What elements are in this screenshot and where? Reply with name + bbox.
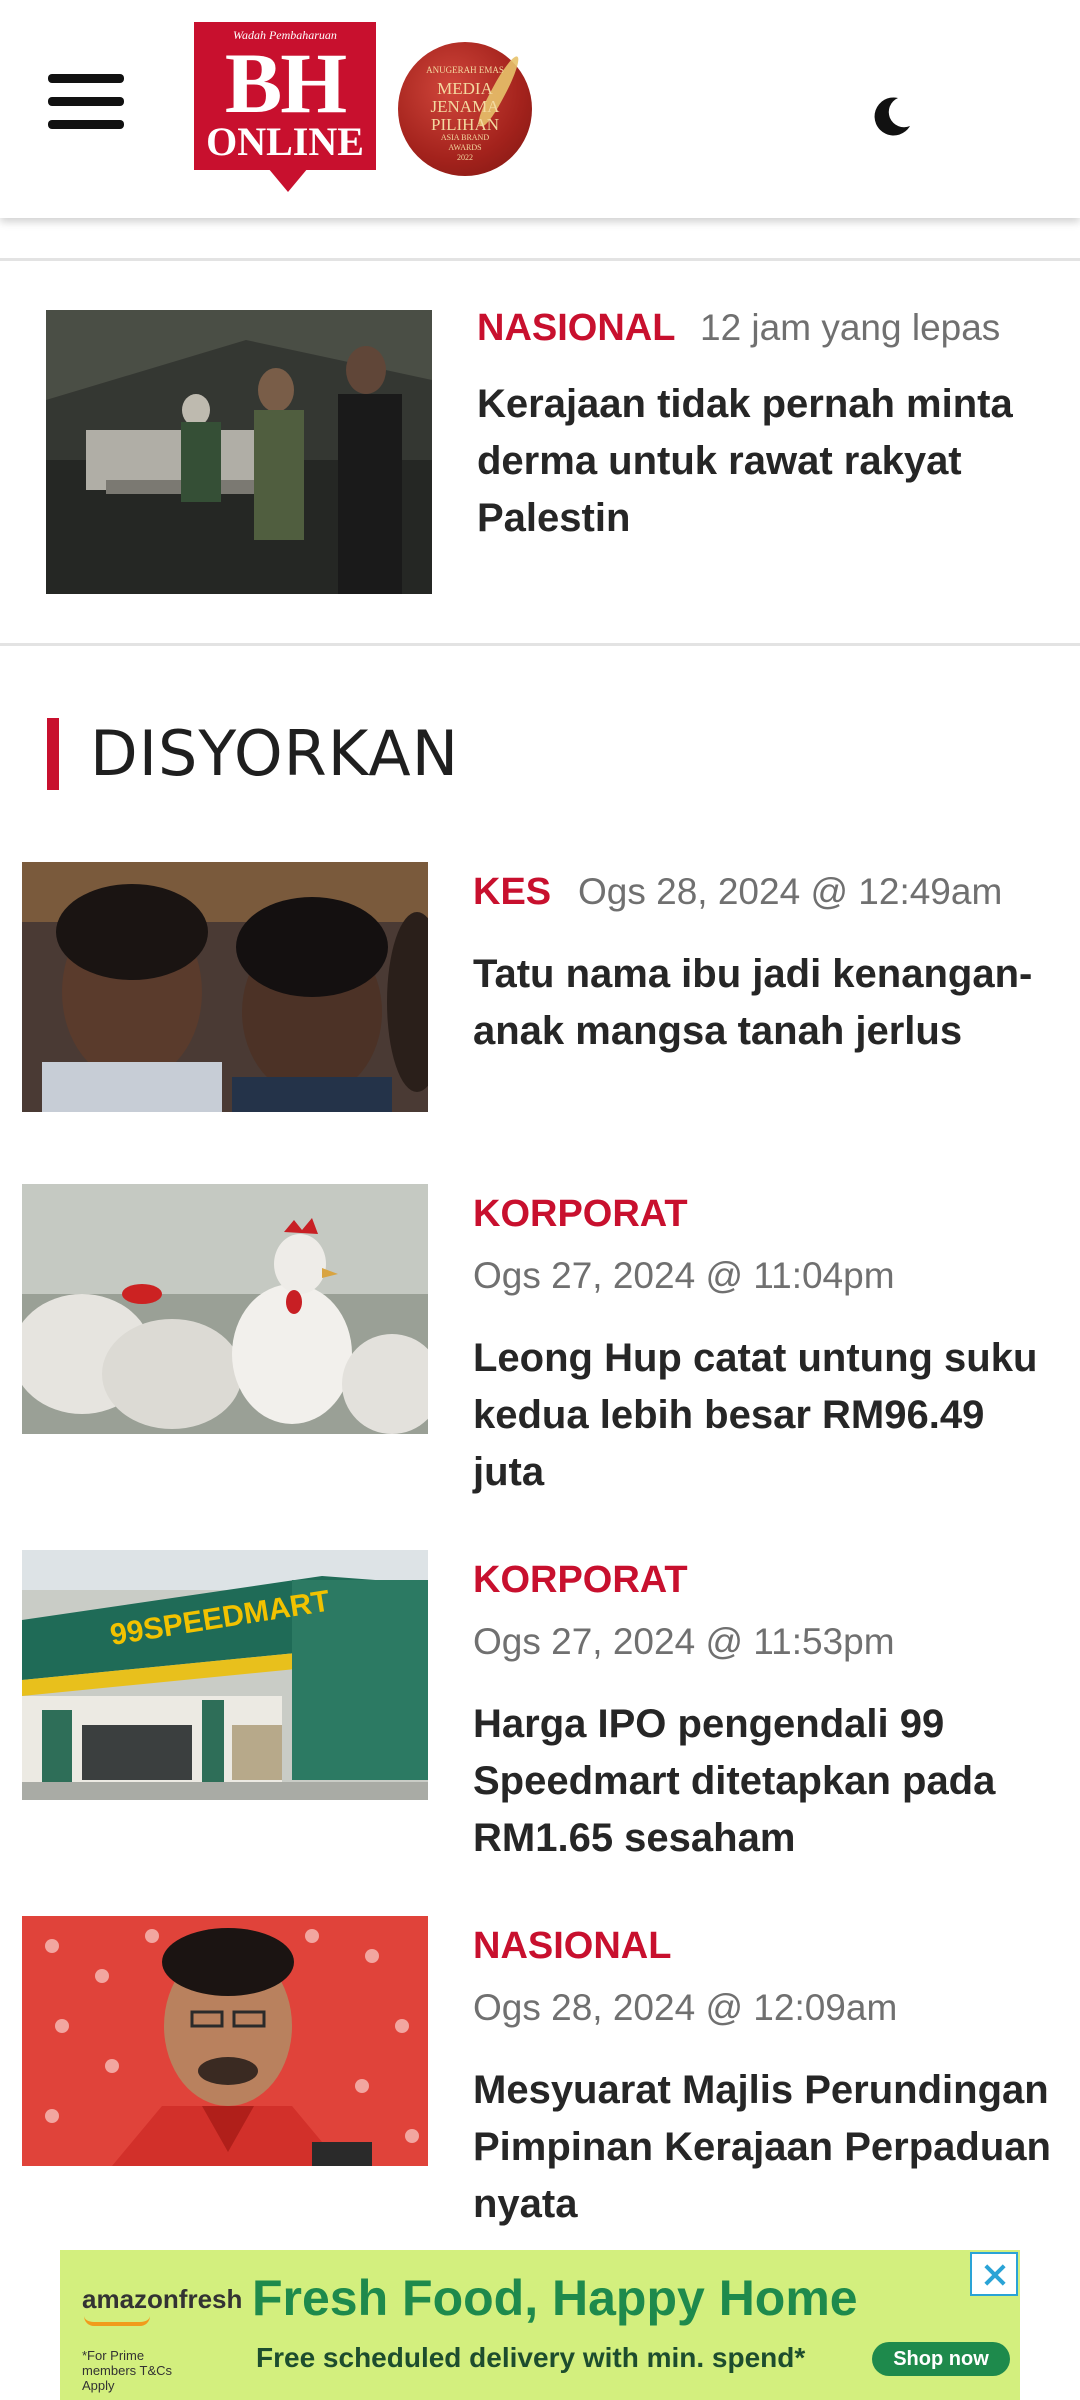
site-header: Wadah Pembaharuan BH ONLINE ANUGERAH EMA… — [0, 0, 1080, 218]
article-card[interactable]: KORPORAT Ogs 27, 2024 @ 11:04pm Leong Hu… — [0, 1184, 1080, 1514]
ad-headline: Fresh Food, Happy Home — [252, 2270, 858, 2326]
amazon-smile-icon — [84, 2316, 150, 2326]
divider — [0, 643, 1080, 646]
article-category[interactable]: NASIONAL — [473, 1924, 671, 1968]
article-time: Ogs 27, 2024 @ 11:04pm — [473, 1255, 895, 1296]
article-title[interactable]: Harga IPO pengendali 99 Speedmart diteta… — [473, 1696, 1058, 1867]
article-thumbnail — [22, 1184, 428, 1434]
article-title[interactable]: Leong Hup catat untung suku kedua lebih … — [473, 1330, 1058, 1501]
article-time: 12 jam yang lepas — [700, 307, 1001, 348]
article-thumbnail — [22, 1916, 428, 2166]
moon-icon[interactable] — [868, 92, 916, 140]
logo-online-text: ONLINE — [206, 119, 364, 164]
article-thumbnail — [46, 310, 432, 594]
article-thumbnail: 99SPEEDMART — [22, 1550, 428, 1800]
ad-subtext: Free scheduled delivery with min. spend* — [256, 2342, 806, 2373]
article-time: Ogs 28, 2024 @ 12:09am — [473, 1987, 898, 2028]
article-time: Ogs 27, 2024 @ 11:53pm — [473, 1621, 895, 1662]
section-accent-bar — [47, 718, 59, 790]
article-category[interactable]: KES — [473, 870, 551, 914]
hamburger-menu-icon[interactable] — [48, 74, 124, 130]
article-title[interactable]: Tatu nama ibu jadi kenangan-anak mangsa … — [473, 946, 1058, 1060]
divider — [0, 258, 1080, 261]
article-category[interactable]: KORPORAT — [473, 1192, 688, 1236]
article-category[interactable]: NASIONAL — [477, 306, 675, 350]
ad-brand: amazonfresh — [82, 2284, 243, 2314]
logo-bh-text: BH — [224, 35, 347, 131]
article-time: Ogs 28, 2024 @ 12:49am — [578, 871, 1003, 912]
article-card-top[interactable]: NASIONAL 12 jam yang lepas Kerajaan tida… — [0, 262, 1080, 642]
section-title: DISYORKAN — [90, 717, 460, 790]
award-seal-logo: ANUGERAH EMAS MEDIA JENAMA PILIHAN ASIA … — [394, 38, 536, 180]
bh-online-logo[interactable]: Wadah Pembaharuan BH ONLINE — [194, 22, 376, 192]
ad-banner[interactable]: amazonfresh *For Prime members T&Cs Appl… — [60, 2250, 1020, 2400]
article-title[interactable]: Kerajaan tidak pernah minta derma untuk … — [477, 376, 1047, 547]
article-category[interactable]: KORPORAT — [473, 1558, 688, 1602]
close-icon[interactable] — [970, 2252, 1018, 2296]
article-card[interactable]: KES Ogs 28, 2024 @ 12:49am Tatu nama ibu… — [0, 862, 1080, 1122]
article-card[interactable]: 99SPEEDMART KORPORAT Ogs 27, 2024 @ 11:5… — [0, 1550, 1080, 1880]
ad-shop-now-button[interactable]: Shop now — [872, 2342, 1010, 2376]
article-thumbnail — [22, 862, 428, 1112]
article-title[interactable]: Mesyuarat Majlis Perundingan Pimpinan Ke… — [473, 2062, 1058, 2233]
ad-fine-print: *For Prime members T&Cs Apply — [82, 2348, 173, 2393]
